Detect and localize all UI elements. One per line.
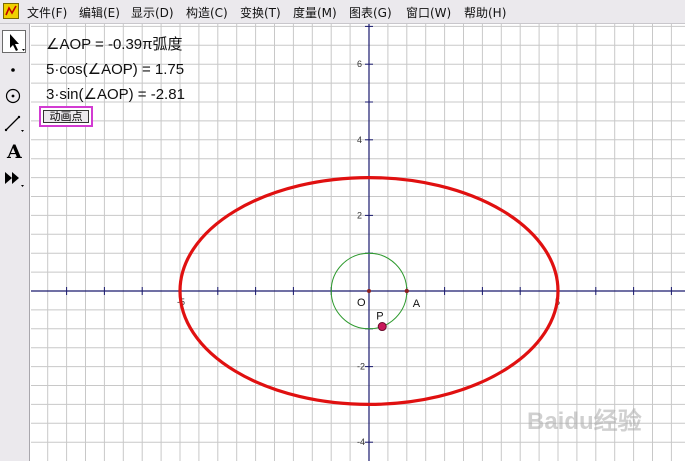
straightedge-tool[interactable] xyxy=(2,112,26,135)
point-p[interactable] xyxy=(377,322,387,332)
menu-window[interactable]: 窗口(W) xyxy=(406,4,451,21)
point-a[interactable] xyxy=(404,288,409,294)
menu-transform[interactable]: 变换(T) xyxy=(240,4,281,21)
cos-calculation[interactable]: 5·cos(∠AOP) = 1.75 xyxy=(46,60,184,78)
text-tool[interactable]: A xyxy=(2,140,26,163)
custom-tool[interactable] xyxy=(2,167,26,190)
point-icon xyxy=(11,68,15,72)
angle-measurement[interactable]: ∠AOP = -0.39π弧度 xyxy=(46,33,183,54)
menu-construct[interactable]: 构造(C) xyxy=(186,4,228,21)
y-tick-label: 4 xyxy=(357,135,362,145)
menu-display[interactable]: 显示(D) xyxy=(131,4,174,21)
origin-point[interactable] xyxy=(367,289,371,293)
y-tick-label: -2 xyxy=(357,362,365,372)
line-segment-icon xyxy=(4,115,24,132)
y-tick-label: -4 xyxy=(357,437,365,447)
select-arrow-tool[interactable] xyxy=(2,30,26,53)
menu-help[interactable]: 帮助(H) xyxy=(464,4,506,21)
y-tick-label: 6 xyxy=(357,59,362,69)
point-a-label: A xyxy=(413,298,421,310)
custom-tools-arrows-icon xyxy=(5,172,24,187)
animate-point-button[interactable]: 动画点 xyxy=(43,110,89,123)
app-icon xyxy=(3,3,19,19)
menu-bar: 文件(F) 编辑(E) 显示(D) 构造(C) 变换(T) 度量(M) 图表(G… xyxy=(0,0,685,24)
y-tick-label: 2 xyxy=(357,210,362,220)
sin-calculation[interactable]: 3·sin(∠AOP) = -2.81 xyxy=(46,85,185,103)
point-p-label: P xyxy=(376,311,383,323)
arrow-cursor-icon xyxy=(10,34,25,51)
point-tool[interactable] xyxy=(2,59,26,82)
origin-label: O xyxy=(357,297,366,309)
animate-button-frame: 动画点 xyxy=(39,106,93,127)
circle-compass-icon xyxy=(5,88,21,104)
menu-edit[interactable]: 编辑(E) xyxy=(79,4,120,21)
baidu-watermark: Baidu经验 xyxy=(527,408,642,435)
toolbox: A xyxy=(0,24,30,461)
text-tool-glyph: A xyxy=(7,141,22,163)
menu-measure[interactable]: 度量(M) xyxy=(293,4,337,21)
compass-tool[interactable] xyxy=(2,85,26,108)
menu-file[interactable]: 文件(F) xyxy=(27,4,67,21)
menu-graph[interactable]: 图表(G) xyxy=(349,4,392,21)
